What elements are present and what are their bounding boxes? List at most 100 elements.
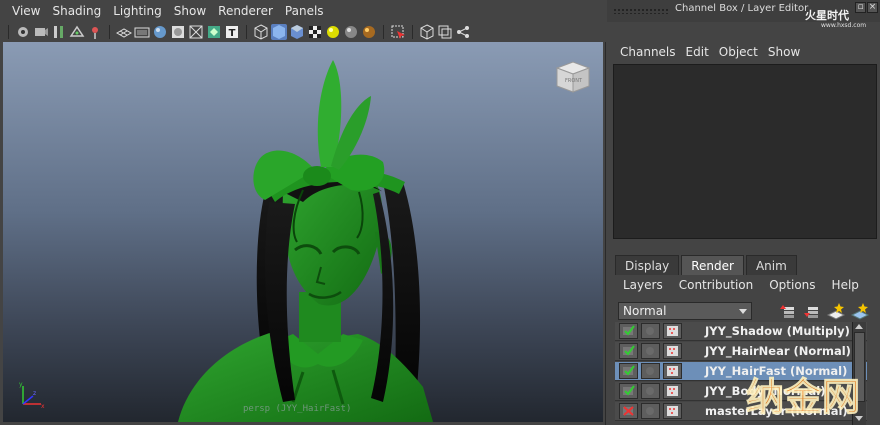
new-empty-layer-icon[interactable] xyxy=(826,301,846,321)
menu-channels[interactable]: Channels xyxy=(615,42,681,62)
menu-options[interactable]: Options xyxy=(761,276,823,294)
menu-show[interactable]: Show xyxy=(168,0,212,22)
visibility-toggle-icon[interactable] xyxy=(641,403,660,419)
visibility-toggle-icon[interactable] xyxy=(641,363,660,379)
wireframe-icon[interactable] xyxy=(170,24,186,40)
menu-contribution[interactable]: Contribution xyxy=(671,276,762,294)
high-quality-icon[interactable] xyxy=(343,24,359,40)
render-toggle-icon[interactable] xyxy=(619,323,638,339)
render-toggle-icon[interactable] xyxy=(619,343,638,359)
close-icon[interactable]: × xyxy=(867,2,878,13)
layer-list-scrollbar[interactable] xyxy=(852,322,866,425)
render-settings-icon[interactable] xyxy=(663,403,682,419)
new-layer-selected-icon[interactable] xyxy=(850,301,870,321)
layer-editor-menubar: Layers Contribution Options Help xyxy=(615,276,880,294)
use-all-lights-icon[interactable] xyxy=(253,24,269,40)
component-mode-icon[interactable] xyxy=(455,24,471,40)
tab-display[interactable]: Display xyxy=(615,255,680,275)
backface-culling-icon[interactable] xyxy=(437,24,453,40)
menu-panels[interactable]: Panels xyxy=(279,0,330,22)
menu-view[interactable]: View xyxy=(6,0,46,22)
layer-row[interactable]: JYY_Body (Normal) xyxy=(615,382,867,401)
blend-mode-select[interactable]: Normal xyxy=(618,302,752,320)
layer-row[interactable]: JYY_Shadow (Multiply) xyxy=(615,322,867,341)
3d-viewport[interactable]: FRONT y x z persp (JYY_HairFast) xyxy=(3,42,603,422)
scroll-thumb[interactable] xyxy=(854,332,865,402)
view-cube-toggle-icon[interactable] xyxy=(419,24,435,40)
scroll-up-icon[interactable] xyxy=(855,324,863,329)
smooth-shade-icon[interactable] xyxy=(188,24,204,40)
view-cube-icon[interactable]: FRONT xyxy=(553,58,593,96)
svg-text:x: x xyxy=(41,403,45,410)
render-settings-icon[interactable] xyxy=(663,363,682,379)
svg-text:火星时代: 火星时代 xyxy=(805,8,849,22)
menu-renderer[interactable]: Renderer xyxy=(212,0,279,22)
textured-icon[interactable]: T xyxy=(224,24,240,40)
move-layer-down-icon[interactable] xyxy=(802,301,822,321)
xray-icon[interactable] xyxy=(289,24,305,40)
ambient-occlusion-icon[interactable] xyxy=(361,24,377,40)
visibility-toggle-icon[interactable] xyxy=(641,383,660,399)
svg-text:z: z xyxy=(33,390,36,397)
camera-select-icon[interactable] xyxy=(15,24,31,40)
film-gate-icon[interactable] xyxy=(134,24,150,40)
toolbar-separator xyxy=(8,25,9,39)
menu-layers[interactable]: Layers xyxy=(615,276,671,294)
image-plane-icon[interactable] xyxy=(69,24,85,40)
blend-mode-value: Normal xyxy=(623,304,667,318)
channel-box-titlebar[interactable]: Channel Box / Layer Editor 火星时代 www.hxsd… xyxy=(607,0,880,29)
menu-shading[interactable]: Shading xyxy=(46,0,107,22)
channel-box-panel: Channel Box / Layer Editor 火星时代 www.hxsd… xyxy=(607,0,880,425)
layer-row[interactable]: masterLayer (Normal) xyxy=(615,402,867,421)
render-settings-icon[interactable] xyxy=(663,323,682,339)
render-layer-list: JYY_Shadow (Multiply) JYY_HairNear (Norm… xyxy=(615,322,867,425)
panel-grip-handle[interactable] xyxy=(613,8,669,14)
menu-edit[interactable]: Edit xyxy=(681,42,714,62)
menu-show[interactable]: Show xyxy=(763,42,805,62)
resolution-gate-icon[interactable] xyxy=(152,24,168,40)
move-layer-up-icon[interactable] xyxy=(778,301,798,321)
render-settings-icon[interactable] xyxy=(663,343,682,359)
window-buttons: ▫ × xyxy=(855,2,878,13)
menu-lighting[interactable]: Lighting xyxy=(107,0,168,22)
toolbar-separator xyxy=(412,25,413,39)
render-settings-icon[interactable] xyxy=(663,383,682,399)
svg-text:T: T xyxy=(229,28,236,39)
layer-name: JYY_Body (Normal) xyxy=(705,384,826,398)
layer-name: JYY_Shadow (Multiply) xyxy=(705,324,850,338)
chevron-down-icon xyxy=(739,309,747,314)
viewport-menubar: View Shading Lighting Show Renderer Pane… xyxy=(0,0,606,22)
layer-row[interactable]: JYY_HairNear (Normal) xyxy=(615,342,867,361)
visibility-toggle-icon[interactable] xyxy=(641,323,660,339)
wireframe-on-shaded-icon[interactable] xyxy=(206,24,222,40)
menu-object[interactable]: Object xyxy=(714,42,763,62)
render-toggle-icon[interactable] xyxy=(619,383,638,399)
camera-attributes-icon[interactable] xyxy=(33,24,49,40)
layer-name: JYY_HairFast (Normal) xyxy=(705,364,848,378)
restore-icon[interactable]: ▫ xyxy=(855,2,866,13)
select-camera-icon[interactable] xyxy=(390,24,406,40)
layer-row-selected[interactable]: JYY_HairFast (Normal) xyxy=(615,362,867,381)
shadows-icon[interactable] xyxy=(271,24,287,40)
isolate-select-icon[interactable] xyxy=(307,24,323,40)
toolbar-separator xyxy=(246,25,247,39)
grid-icon[interactable] xyxy=(116,24,132,40)
bookmark-icon[interactable] xyxy=(51,24,67,40)
channel-box-title: Channel Box / Layer Editor xyxy=(675,3,809,14)
channel-box-menubar: Channels Edit Object Show xyxy=(607,42,880,62)
channel-box-attributes-area[interactable] xyxy=(613,64,877,239)
default-material-icon[interactable] xyxy=(325,24,341,40)
render-disabled-icon[interactable] xyxy=(619,403,638,419)
tab-render[interactable]: Render xyxy=(681,255,744,275)
scroll-down-icon[interactable] xyxy=(855,416,863,421)
viewcube-label: FRONT xyxy=(565,78,583,84)
menu-help[interactable]: Help xyxy=(824,276,867,294)
render-toggle-icon[interactable] xyxy=(619,363,638,379)
visibility-toggle-icon[interactable] xyxy=(641,343,660,359)
layer-editor-tabs: Display Render Anim xyxy=(615,255,797,275)
camera-name-label: persp (JYY_HairFast) xyxy=(243,404,352,414)
character-model[interactable] xyxy=(3,42,603,422)
tab-anim[interactable]: Anim xyxy=(745,255,797,275)
2d-pan-icon[interactable] xyxy=(87,24,103,40)
viewport-toolbar: T xyxy=(0,22,606,42)
